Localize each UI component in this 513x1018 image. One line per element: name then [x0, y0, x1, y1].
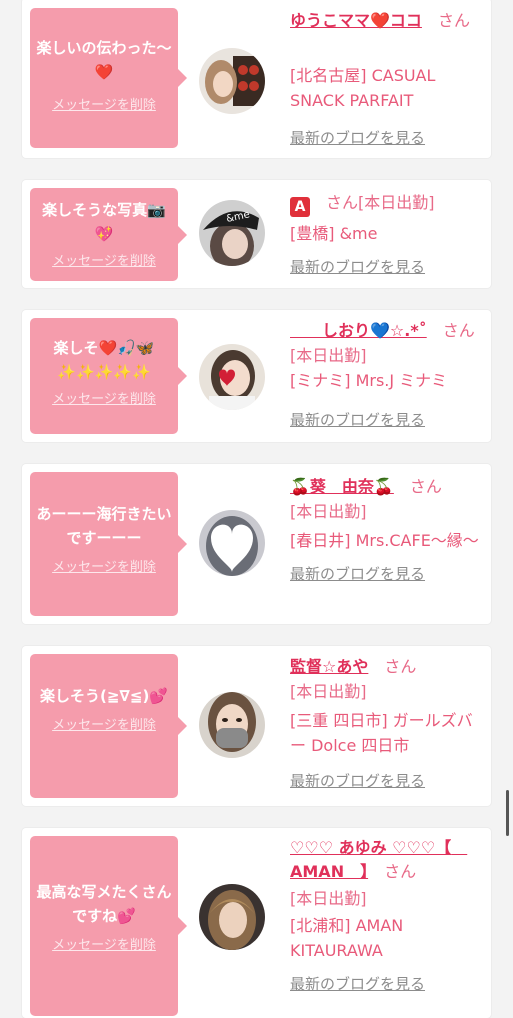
woman-photo-avatar-icon: [199, 48, 265, 114]
work-status: [本日出勤]: [358, 193, 435, 212]
avatar[interactable]: [199, 510, 265, 576]
delete-message-link[interactable]: メッセージを削除: [36, 714, 172, 733]
message-card: 楽しそう(≧∇≦)💕 メッセージを削除 監督☆あや さん [本日出勤] [三重 …: [22, 646, 491, 806]
delete-message-link[interactable]: メッセージを削除: [36, 388, 172, 407]
work-status: [本日出勤]: [290, 346, 367, 365]
message-bubble: 楽しそ❤️🎣🦋✨✨✨✨✨ メッセージを削除: [30, 318, 187, 434]
latest-blog-link[interactable]: 最新のブログを見る: [290, 127, 486, 148]
scrollbar[interactable]: [506, 790, 509, 836]
honorific: さん: [384, 657, 417, 676]
message-bubble: 最高な写メたくさんですね💕 メッセージを削除: [30, 836, 187, 1016]
profile-info: しおり💙☆.*˚ さん [本日出勤] [ミナミ] Mrs.J ミナミ 最新のブロ…: [290, 318, 486, 430]
honorific: さん: [384, 862, 417, 881]
message-text: 楽しそ❤️🎣🦋✨✨✨✨✨: [53, 339, 155, 381]
shop-name: [ミナミ] Mrs.J ミナミ: [290, 371, 448, 390]
message-text: 楽しいの伝わった〜❤️: [36, 39, 172, 81]
message-text: 最高な写メたくさんですね💕: [36, 883, 172, 925]
profile-name-link[interactable]: 🍒葵 由奈🍒: [290, 477, 394, 496]
profile-info: ゆうこママ❤️ココ さん [北名古屋] CASUAL SNACK PARFAIT…: [290, 8, 486, 148]
honorific: さん: [442, 321, 475, 340]
message-bubble: 楽しいの伝わった〜❤️ メッセージを削除: [30, 8, 187, 148]
message-text: あーーー海行きたいですーーー: [36, 505, 172, 547]
message-card: 楽しそ❤️🎣🦋✨✨✨✨✨ メッセージを削除 しおり💙☆.*˚ さん [本日出勤]…: [22, 310, 491, 442]
profile-name-link[interactable]: ♡♡♡ あゆみ ♡♡♡【 AMAN 】: [290, 838, 467, 881]
delete-message-link[interactable]: メッセージを削除: [36, 250, 172, 269]
profile-info: ♡♡♡ あゆみ ♡♡♡【 AMAN 】 さん [本日出勤] [北浦和] AMAN…: [290, 836, 486, 994]
profile-info: 🍒葵 由奈🍒 さん [本日出勤] [春日井] Mrs.CAFE〜縁〜 最新のブロ…: [290, 474, 486, 584]
message-bubble: 楽しそうな写真📷💖 メッセージを削除: [30, 188, 187, 281]
heart-mask-avatar-icon: [199, 510, 265, 576]
delete-message-link[interactable]: メッセージを削除: [36, 94, 172, 113]
shop-name: [北浦和] AMAN KITAURAWA: [290, 916, 404, 960]
avatar[interactable]: [199, 48, 265, 114]
latest-blog-link[interactable]: 最新のブログを見る: [290, 770, 486, 791]
avatar[interactable]: &me: [199, 200, 265, 266]
message-card: 楽しそうな写真📷💖 メッセージを削除 &me A さん[本日出勤] [豊橋] &…: [22, 180, 491, 288]
latest-blog-link[interactable]: 最新のブログを見る: [290, 409, 486, 430]
message-card: あーーー海行きたいですーーー メッセージを削除 🍒葵 由奈🍒 さん [本日出勤]…: [22, 464, 491, 624]
blonde-woman-avatar-icon: [199, 884, 265, 950]
shop-name: [豊橋] &me: [290, 224, 378, 243]
work-status: [本日出勤]: [290, 502, 367, 521]
honorific: さん: [409, 477, 442, 496]
message-text: 楽しそう(≧∇≦)💕: [40, 687, 168, 705]
message-bubble: あーーー海行きたいですーーー メッセージを削除: [30, 472, 187, 616]
a-button-icon: A: [290, 197, 310, 217]
delete-message-link[interactable]: メッセージを削除: [36, 556, 172, 575]
message-text: 楽しそうな写真📷💖: [42, 201, 166, 243]
heart-face-avatar-icon: [199, 344, 265, 410]
latest-blog-link[interactable]: 最新のブログを見る: [290, 563, 486, 584]
profile-name-link[interactable]: ゆうこママ❤️ココ: [290, 11, 422, 30]
avatar[interactable]: [199, 884, 265, 950]
profile-info: 監督☆あや さん [本日出勤] [三重 四日市] ガールズバー Dolce 四日…: [290, 654, 486, 791]
message-bubble: 楽しそう(≧∇≦)💕 メッセージを削除: [30, 654, 187, 798]
shop-name: [三重 四日市] ガールズバー Dolce 四日市: [290, 711, 473, 755]
latest-blog-link[interactable]: 最新のブログを見る: [290, 256, 486, 277]
me-hat-avatar-icon: &me: [199, 200, 265, 266]
honorific: さん: [437, 11, 470, 30]
shop-name: [春日井] Mrs.CAFE〜縁〜: [290, 531, 479, 550]
latest-blog-link[interactable]: 最新のブログを見る: [290, 973, 486, 994]
delete-message-link[interactable]: メッセージを削除: [36, 934, 172, 953]
message-card: 楽しいの伝わった〜❤️ メッセージを削除 ゆうこママ❤️ココ さん [北名古屋]…: [22, 0, 491, 158]
profile-name-link[interactable]: 監督☆あや: [290, 657, 368, 676]
shop-name: [北名古屋] CASUAL SNACK PARFAIT: [290, 66, 436, 110]
avatar[interactable]: [199, 692, 265, 758]
honorific: さん: [326, 193, 359, 212]
profile-info: A さん[本日出勤] [豊橋] &me 最新のブログを見る: [290, 190, 486, 277]
work-status: [本日出勤]: [290, 889, 367, 908]
message-card: 最高な写メたくさんですね💕 メッセージを削除 ♡♡♡ あゆみ ♡♡♡【 AMAN…: [22, 828, 491, 1018]
avatar[interactable]: [199, 344, 265, 410]
mask-woman-avatar-icon: [199, 692, 265, 758]
work-status: [本日出勤]: [290, 682, 367, 701]
profile-name-link[interactable]: しおり💙☆.*˚: [290, 321, 427, 340]
